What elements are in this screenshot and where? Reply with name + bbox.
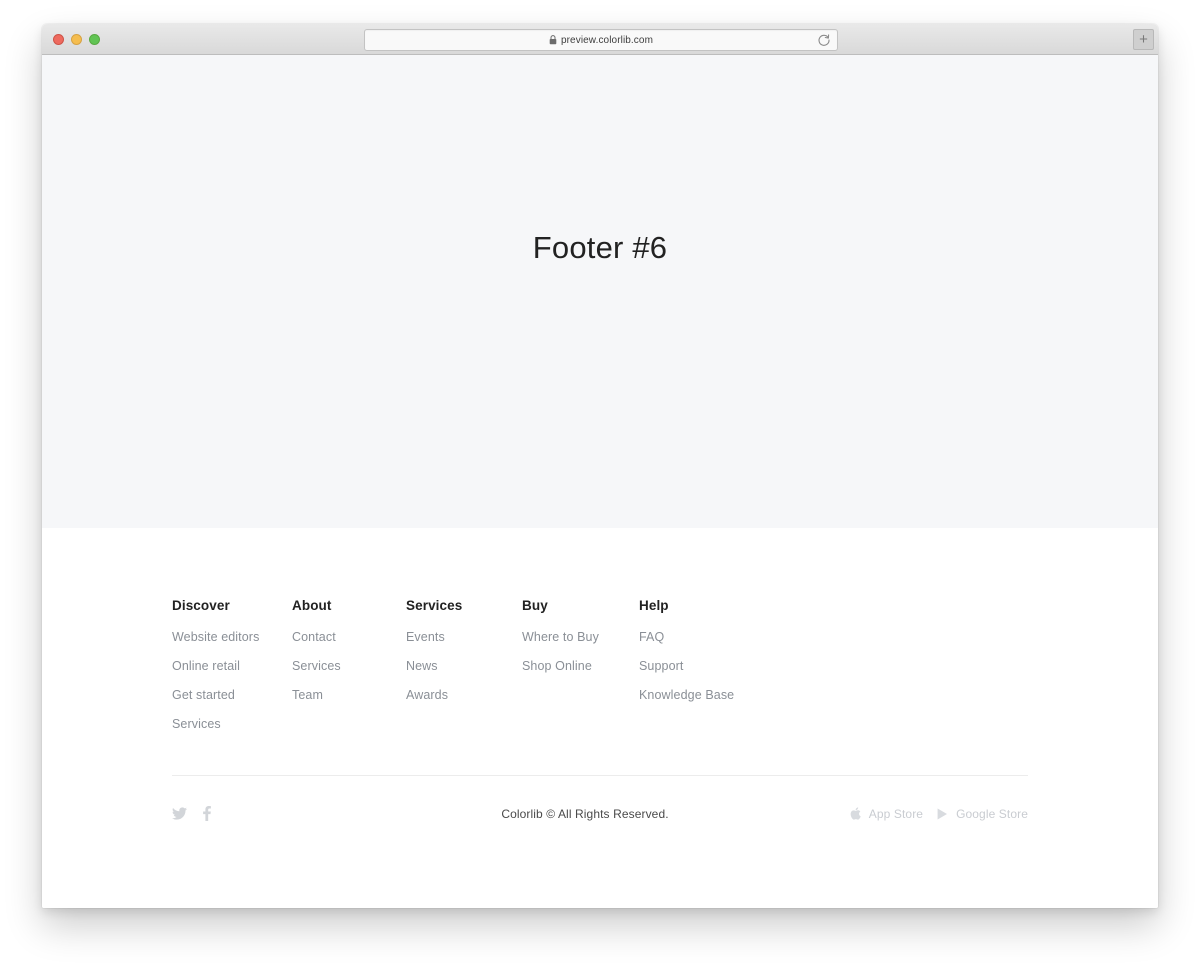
footer-column-links: Events News Awards: [406, 628, 522, 704]
app-store-label: App Store: [868, 806, 924, 821]
reload-icon[interactable]: [817, 33, 831, 47]
list-item: Support: [639, 657, 799, 675]
list-item: Events: [406, 628, 522, 646]
footer-column-links: Website editors Online retail Get starte…: [172, 628, 292, 733]
page-title: Footer #6: [532, 230, 668, 265]
footer-column-buy: Buy Where to Buy Shop Online: [522, 598, 639, 744]
list-item: Services: [292, 657, 406, 675]
footer-link[interactable]: Awards: [406, 688, 448, 702]
footer-column-links: Where to Buy Shop Online: [522, 628, 639, 675]
url-text: preview.colorlib.com: [560, 34, 654, 46]
list-item: Where to Buy: [522, 628, 639, 646]
google-play-icon: [937, 808, 948, 820]
footer-link[interactable]: Where to Buy: [522, 630, 599, 644]
footer-link[interactable]: FAQ: [639, 630, 664, 644]
address-bar-content: preview.colorlib.com: [549, 35, 653, 46]
minimize-window-button[interactable]: [71, 34, 82, 45]
footer-link[interactable]: Website editors: [172, 630, 259, 644]
window-controls: [53, 34, 100, 45]
list-item: Knowledge Base: [639, 686, 799, 704]
page-viewport: Footer #6 Discover Website editors Onlin…: [42, 55, 1158, 908]
twitter-icon[interactable]: [172, 807, 187, 820]
footer-link[interactable]: Contact: [292, 630, 336, 644]
footer-link[interactable]: Get started: [172, 688, 235, 702]
footer-link[interactable]: Services: [172, 717, 221, 731]
footer-link-columns: Discover Website editors Online retail G…: [172, 598, 1028, 744]
footer-link[interactable]: Shop Online: [522, 659, 592, 673]
footer-column-services: Services Events News Awards: [406, 598, 522, 744]
copyright-text: Colorlib © All Rights Reserved.: [501, 806, 669, 821]
new-tab-button[interactable]: +: [1133, 29, 1154, 50]
footer-link[interactable]: Team: [292, 688, 323, 702]
social-links: [172, 805, 372, 821]
footer-column-links: FAQ Support Knowledge Base: [639, 628, 799, 704]
footer-column-title: Help: [639, 598, 669, 613]
footer-link[interactable]: News: [406, 659, 438, 673]
list-item: Get started: [172, 686, 292, 704]
store-links: App Store Google Store: [798, 807, 1028, 821]
footer-link[interactable]: Support: [639, 659, 683, 673]
app-store-link[interactable]: App Store: [850, 807, 923, 821]
footer-column-title: Buy: [522, 598, 548, 613]
address-bar[interactable]: preview.colorlib.com: [364, 29, 838, 51]
footer-column-title: Services: [406, 598, 463, 613]
list-item: Team: [292, 686, 406, 704]
footer-column-help: Help FAQ Support Knowledge Base: [639, 598, 799, 744]
list-item: FAQ: [639, 628, 799, 646]
hero-section: Footer #6: [42, 55, 1158, 528]
list-item: News: [406, 657, 522, 675]
list-item: Online retail: [172, 657, 292, 675]
google-store-link[interactable]: Google Store: [937, 807, 1028, 821]
plus-icon: +: [1139, 31, 1148, 48]
footer-link[interactable]: Online retail: [172, 659, 240, 673]
browser-window: preview.colorlib.com + Footer #6 Discove…: [42, 24, 1158, 908]
footer-column-title: About: [292, 598, 332, 613]
lock-icon: [549, 35, 557, 45]
footer-column-discover: Discover Website editors Online retail G…: [172, 598, 292, 744]
list-item: Website editors: [172, 628, 292, 646]
footer-column-title: Discover: [172, 598, 230, 613]
footer-column-links: Contact Services Team: [292, 628, 406, 704]
list-item: Shop Online: [522, 657, 639, 675]
google-store-label: Google Store: [956, 806, 1028, 821]
site-footer: Discover Website editors Online retail G…: [42, 528, 1158, 821]
maximize-window-button[interactable]: [89, 34, 100, 45]
footer-link[interactable]: Events: [406, 630, 445, 644]
browser-titlebar: preview.colorlib.com +: [42, 24, 1158, 55]
apple-icon: [850, 807, 861, 820]
close-window-button[interactable]: [53, 34, 64, 45]
list-item: Awards: [406, 686, 522, 704]
footer-link[interactable]: Knowledge Base: [639, 688, 734, 702]
list-item: Services: [172, 715, 292, 733]
footer-column-about: About Contact Services Team: [292, 598, 406, 744]
facebook-icon[interactable]: [203, 805, 211, 821]
footer-container: Discover Website editors Online retail G…: [172, 598, 1028, 821]
list-item: Contact: [292, 628, 406, 646]
footer-link[interactable]: Services: [292, 659, 341, 673]
footer-bottom-bar: Colorlib © All Rights Reserved. App Stor…: [172, 776, 1028, 821]
